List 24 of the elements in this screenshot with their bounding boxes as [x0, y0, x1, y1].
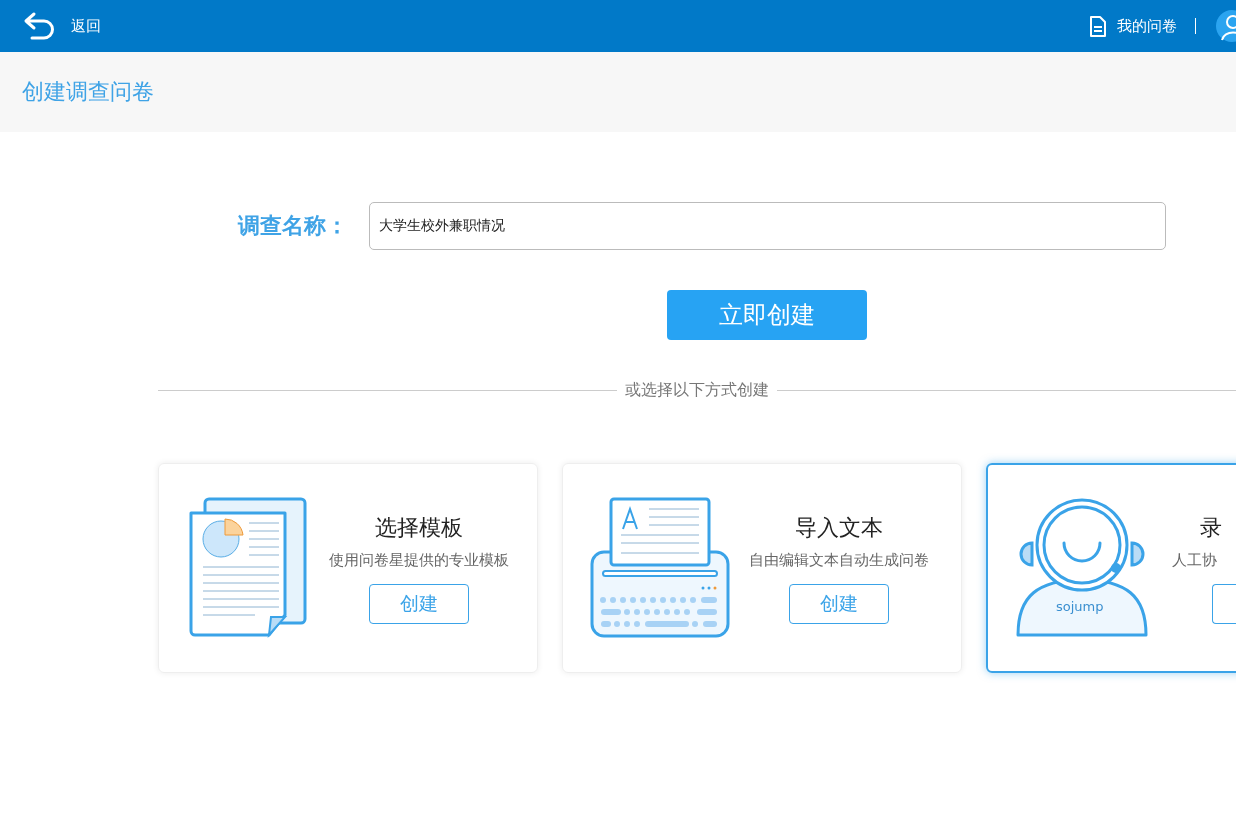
create-button[interactable]: 创建 [789, 583, 889, 624]
card-title: 导入文本 [795, 513, 883, 542]
card-description: 自由编辑文本自动生成问卷 [749, 550, 929, 570]
option-card[interactable]: 导入文本 自由编辑文本自动生成问卷 创建 [562, 463, 962, 673]
option-card[interactable]: sojump 录 人工协 [986, 463, 1236, 673]
survey-name-field[interactable]: 大学生校外兼职情况 [369, 202, 1166, 250]
create-now-button[interactable]: 立即创建 [667, 290, 867, 340]
page-title: 创建调查问卷 [22, 78, 154, 106]
headset-agent-icon [1014, 497, 1150, 639]
icon-label: sojump [1056, 599, 1104, 614]
field-label: 调查名称： [238, 212, 349, 240]
create-button[interactable]: 创建 [369, 583, 469, 624]
card-description: 人工协 [1172, 550, 1217, 570]
card-title: 选择模板 [375, 513, 463, 542]
document-chart-icon [189, 497, 307, 639]
my-surveys-link[interactable]: 我的问卷 [1117, 16, 1177, 36]
option-card[interactable]: 选择模板 使用问卷星提供的专业模板 创建 [158, 463, 538, 673]
typewriter-icon [589, 497, 731, 639]
divider-text: 或选择以下方式创建 [624, 380, 770, 401]
card-title: 录 [1200, 513, 1222, 542]
card-description: 使用问卷星提供的专业模板 [329, 550, 509, 570]
document-icon [1089, 15, 1107, 37]
back-link[interactable]: 返回 [71, 16, 101, 36]
back-icon[interactable] [22, 11, 56, 41]
